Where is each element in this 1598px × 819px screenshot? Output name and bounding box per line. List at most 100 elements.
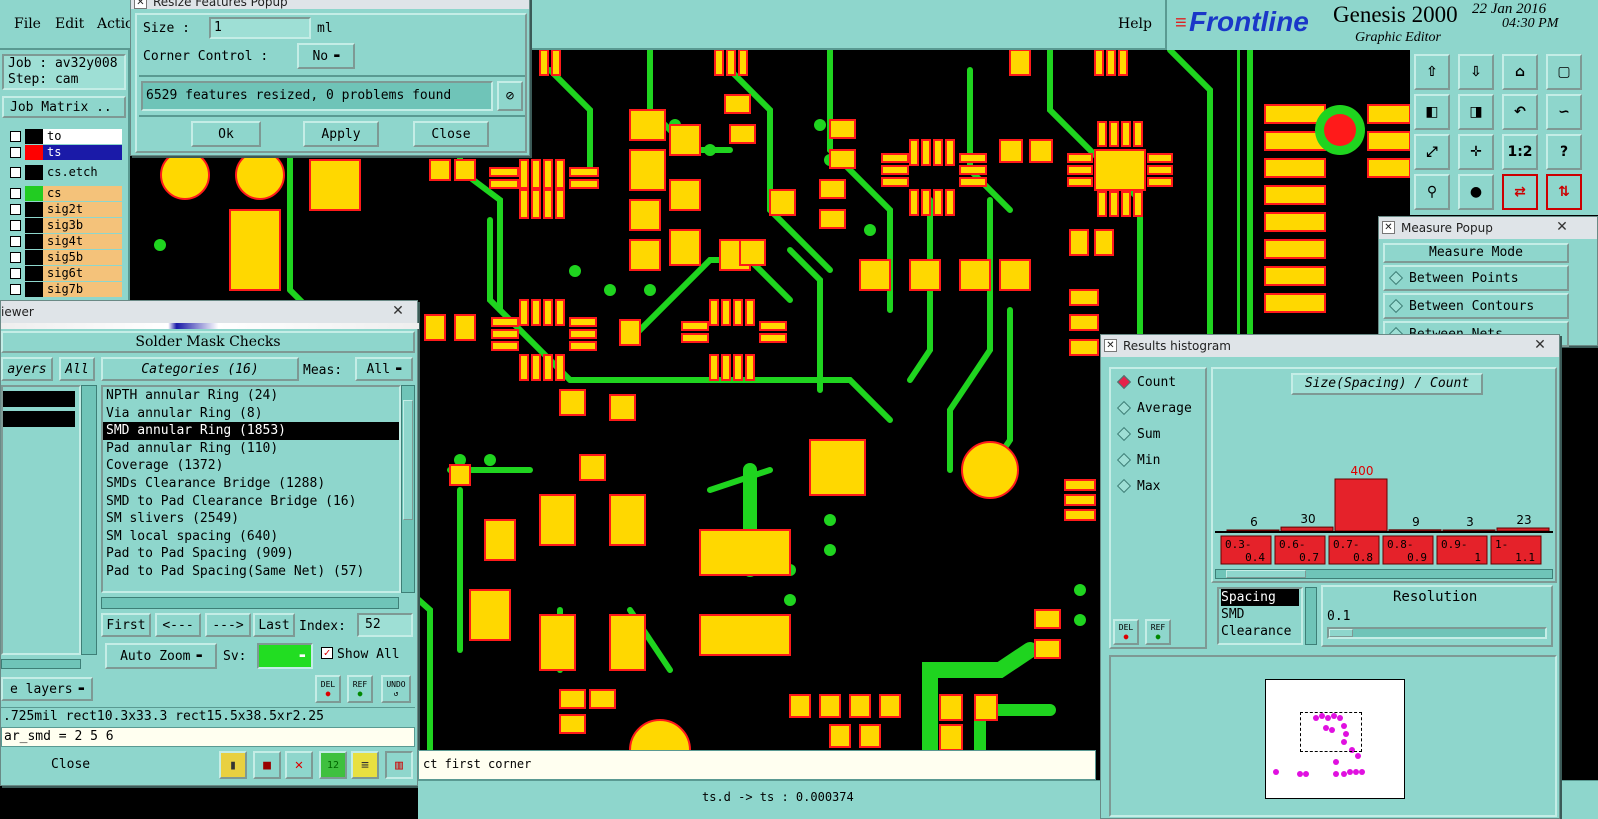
category-item[interactable]: Via annular Ring (8) [103,405,399,423]
route-blue-icon[interactable]: ⇅ [1546,174,1582,210]
categories-hscrollbar[interactable] [101,597,399,609]
pan-right-icon[interactable]: ◨ [1458,94,1494,130]
window-icon[interactable]: ▢ [1546,54,1582,90]
between-points-option[interactable]: Between Points [1383,265,1569,291]
undo-view-icon[interactable]: ↶ [1502,94,1538,130]
categories-list[interactable]: NPTH annular Ring (24) Via annular Ring (… [101,385,401,593]
type-smd[interactable]: SMD [1221,606,1301,623]
layers-dropdown[interactable]: e layers ▬ [1,677,93,701]
layer-row[interactable]: sig7b [8,282,122,297]
histogram-bar[interactable] [1334,478,1388,532]
category-item[interactable]: SM local spacing (640) [103,528,399,546]
tab-layers[interactable]: ayers [1,357,53,381]
layer-row[interactable]: sig6t [8,266,122,281]
numbers-icon[interactable]: 12 [319,751,347,779]
viewport-rectangle[interactable] [1300,712,1362,752]
all-layers-button[interactable]: All [59,357,95,381]
category-item[interactable]: SMD annular Ring (1853) [103,422,399,440]
undo-button[interactable]: UNDO ↺ [381,675,411,703]
layers-list[interactable] [1,385,81,655]
command-input[interactable]: ar_smd = 2 5 6 [1,727,415,747]
between-contours-option[interactable]: Between Contours [1383,293,1569,319]
layers-scrollbar[interactable] [81,385,97,655]
sv-color-dropdown[interactable]: ▬ [257,643,313,669]
close-button[interactable]: Close [413,121,489,147]
close-icon[interactable]: ✕ [383,303,413,320]
layer-checkbox[interactable] [10,236,21,247]
next-button[interactable]: ---> [205,613,251,637]
del-button[interactable]: DEL ● [315,675,341,703]
mode-option-min[interactable]: Min [1111,447,1205,473]
resize-popup-titlebar[interactable]: ✕ Resize Features Popup [131,0,529,9]
layer-row[interactable]: to [8,129,122,144]
ok-button[interactable]: Ok [191,121,261,147]
home-up-icon[interactable]: ⇧ [1414,54,1450,90]
resolution-slider[interactable] [1327,627,1547,639]
layer-row[interactable]: sig4t [8,234,122,249]
tool-icon[interactable]: ⚲ [1414,174,1450,210]
help-icon[interactable]: ? [1546,134,1582,170]
layer-checkbox[interactable] [10,147,21,158]
layer-row[interactable]: sig3b [8,218,122,233]
pan-left-icon[interactable]: ◧ [1414,94,1450,130]
mode-option-max[interactable]: Max [1111,473,1205,499]
histogram-bar[interactable] [1388,529,1442,532]
menu-edit[interactable]: Edit [55,16,84,32]
mode-option-sum[interactable]: Sum [1111,421,1205,447]
show-all-checkbox[interactable]: ✓ [321,647,333,659]
layer-row[interactable]: sig2t [8,202,122,217]
record-icon[interactable]: ■ [253,751,281,779]
histogram-titlebar[interactable]: ✕ Results histogram ✕ [1101,335,1559,357]
histogram-scrollbar[interactable] [1215,569,1553,579]
category-item[interactable]: Pad annular Ring (110) [103,440,399,458]
zoom-1-2-icon[interactable]: 1:2 [1502,134,1538,170]
type-scrollbar[interactable] [1305,587,1317,645]
list-item[interactable] [3,391,75,407]
menu-actions[interactable]: Actio [97,16,133,32]
home-icon[interactable]: ⌂ [1502,54,1538,90]
category-item[interactable]: SMD to Pad Clearance Bridge (16) [103,493,399,511]
category-item[interactable]: Coverage (1372) [103,457,399,475]
category-item[interactable]: Pad to Pad Spacing (909) [103,545,399,563]
job-matrix-button[interactable]: Job Matrix .. [2,96,126,118]
layer-row[interactable]: cs.etch [8,165,122,180]
type-spacing[interactable]: Spacing [1221,589,1299,606]
layer-checkbox[interactable] [10,284,21,295]
zoom-center-icon[interactable]: ✛ [1458,134,1494,170]
layer-checkbox[interactable] [10,188,21,199]
hist-ref-button[interactable]: REF ● [1145,619,1171,645]
histogram-bar[interactable] [1496,527,1550,532]
scroll-thumb[interactable] [1226,570,1306,578]
list-item[interactable] [3,411,75,427]
viewer-titlebar[interactable]: iewer ✕ [1,301,417,323]
first-button[interactable]: First [101,613,151,637]
layer-checkbox[interactable] [10,167,21,178]
magnify-icon[interactable]: ⊘ [497,81,523,111]
layer-checkbox[interactable] [10,252,21,263]
layer-checkbox[interactable] [10,131,21,142]
mode-option-average[interactable]: Average [1111,395,1205,421]
category-item[interactable]: Pad to Pad Spacing(Same Net) (57) [103,563,399,581]
categories-scrollbar[interactable] [401,385,415,593]
home-down-icon[interactable]: ⇩ [1458,54,1494,90]
corner-control-dropdown[interactable]: No ▬ [297,43,355,69]
prev-button[interactable]: <--- [155,613,201,637]
close-icon[interactable]: ✕ [1547,219,1577,236]
mode-option-count[interactable]: Count [1111,369,1205,395]
index-input[interactable]: 52 [357,613,413,637]
graph-icon[interactable]: ▮ [219,751,247,779]
close-icon[interactable]: ✕ [1525,337,1555,354]
histogram-bar[interactable] [1442,529,1496,532]
probe-icon[interactable]: ● [1458,174,1494,210]
menu-file[interactable]: File [14,16,41,32]
layer-row[interactable]: ts [8,145,122,160]
layer-row[interactable]: sig5b [8,250,122,265]
histogram-bar[interactable] [1226,529,1280,532]
apply-button[interactable]: Apply [303,121,379,147]
overview-map[interactable] [1265,679,1405,799]
size-input[interactable]: 1 [209,17,311,39]
scroll-thumb[interactable] [403,400,413,520]
layer-checkbox[interactable] [10,204,21,215]
layer-checkbox[interactable] [10,268,21,279]
layer-row[interactable]: cs [8,186,122,201]
